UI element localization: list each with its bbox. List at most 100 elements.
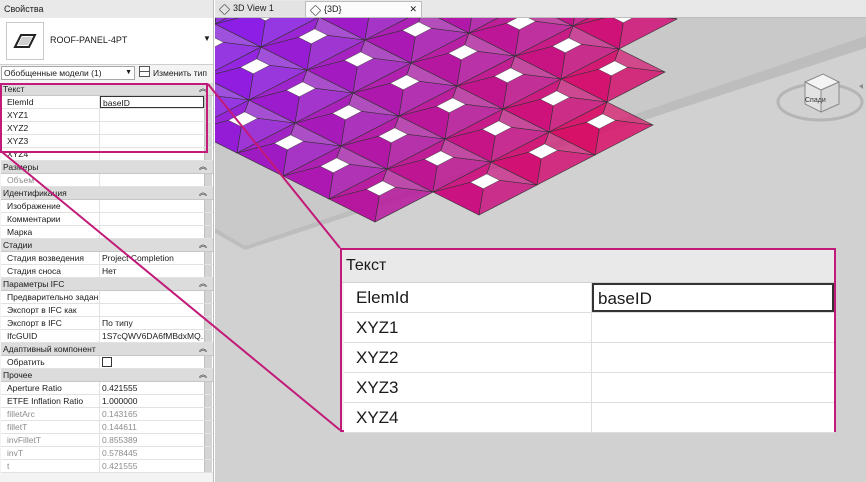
group-header-adaptive[interactable]: Адаптивный компонент ︽: [1, 343, 213, 356]
edit-type-button[interactable]: Изменить тип: [139, 66, 213, 80]
property-row[interactable]: Обратить: [1, 356, 213, 369]
collapse-icon[interactable]: ︽: [199, 343, 207, 355]
property-row[interactable]: filletArc 0.143165: [1, 408, 213, 421]
property-name: XYZ4: [1, 148, 100, 160]
property-row[interactable]: filletT 0.144611: [1, 421, 213, 434]
property-name: XYZ2: [1, 122, 100, 134]
collapse-icon[interactable]: ︽: [199, 278, 207, 290]
group-header-identity[interactable]: Идентификация ︽: [1, 187, 213, 200]
group-header-phasing[interactable]: Стадии ︽: [1, 239, 213, 252]
group-header-dimensions[interactable]: Размеры ︽: [1, 161, 213, 174]
property-value[interactable]: Нет: [100, 265, 204, 277]
property-row[interactable]: Экспорт в IFC как: [1, 304, 213, 317]
group-header-other[interactable]: Прочее ︽: [1, 369, 213, 382]
zoom-property-name: ElemId: [344, 283, 592, 312]
property-row[interactable]: Объем: [1, 174, 213, 187]
edit-type-icon: [139, 66, 150, 77]
property-name: Aperture Ratio: [1, 382, 100, 394]
palette-title: Свойства: [0, 0, 213, 19]
zoom-row: XYZ3: [344, 373, 834, 403]
zoom-property-name: XYZ4: [344, 403, 592, 432]
property-row[interactable]: invFilletT 0.855389: [1, 434, 213, 447]
property-value[interactable]: [100, 226, 204, 238]
close-icon[interactable]: ✕: [409, 2, 417, 17]
property-row[interactable]: XYZ1: [1, 109, 213, 122]
3d-view-icon: [218, 3, 231, 16]
chevron-down-icon: ▼: [125, 69, 132, 76]
collapse-icon[interactable]: ︽: [199, 83, 207, 95]
zoom-row: XYZ4: [344, 403, 834, 433]
zoom-row: ElemId baseID: [344, 283, 834, 313]
zoom-group-header: Текст: [342, 250, 834, 283]
property-row[interactable]: Комментарии: [1, 213, 213, 226]
collapse-icon[interactable]: ︽: [199, 187, 207, 199]
zoom-property-value: [592, 403, 834, 432]
property-row[interactable]: IfcGUID 1S7cQWV6DA6fMBdxMQ...: [1, 330, 213, 343]
type-name: ROOF-PANEL-4PT: [50, 35, 128, 45]
property-value: 0.143165: [102, 409, 138, 419]
property-name: Обратить: [1, 356, 100, 368]
property-value[interactable]: [100, 304, 204, 316]
property-row[interactable]: invT 0.578445: [1, 447, 213, 460]
property-name: invFilletT: [1, 434, 100, 446]
collapse-icon[interactable]: ︽: [199, 239, 207, 251]
property-value[interactable]: По типу: [100, 317, 204, 329]
group-header-ifc[interactable]: Параметры IFC ︽: [1, 278, 213, 291]
property-name: Экспорт в IFC: [1, 317, 100, 329]
edit-type-label: Изменить тип: [153, 68, 207, 78]
type-selector[interactable]: ROOF-PANEL-4PT ▼: [0, 18, 213, 65]
property-value-input[interactable]: baseID: [100, 96, 204, 108]
property-value[interactable]: [100, 213, 204, 225]
3d-view-icon: [309, 4, 322, 17]
property-value[interactable]: Project Completion: [100, 252, 204, 264]
property-value[interactable]: [100, 291, 204, 303]
filter-value: Обобщенные модели (1): [4, 68, 102, 78]
property-row[interactable]: t 0.421555: [1, 460, 213, 473]
zoom-row: XYZ2: [344, 343, 834, 373]
property-name: Марка: [1, 226, 100, 238]
property-name: ETFE Inflation Ratio: [1, 395, 100, 407]
zoom-property-value: [592, 373, 834, 402]
zoom-property-value: [592, 343, 834, 372]
zoom-property-value: baseID: [592, 283, 834, 312]
chevron-down-icon[interactable]: ▼: [203, 34, 211, 43]
property-row[interactable]: Стадия сноса Нет: [1, 265, 213, 278]
property-value[interactable]: [100, 148, 204, 160]
property-row[interactable]: XYZ3: [1, 135, 213, 148]
instance-filter-dropdown[interactable]: Обобщенные модели (1) ▼: [1, 66, 135, 80]
properties-grid: Текст ︽ ElemId baseID XYZ1 XYZ2 XYZ3 XYZ4 …: [1, 83, 213, 473]
property-row[interactable]: ETFE Inflation Ratio 1.000000: [1, 395, 213, 408]
property-value[interactable]: [100, 122, 204, 134]
property-row[interactable]: Марка: [1, 226, 213, 239]
property-name: ElemId: [1, 96, 100, 108]
property-value[interactable]: 1.000000: [100, 395, 204, 407]
property-name: Стадия возведения: [1, 252, 100, 264]
property-row[interactable]: XYZ4: [1, 148, 213, 161]
property-row[interactable]: Aperture Ratio 0.421555: [1, 382, 213, 395]
property-name: filletArc: [1, 408, 100, 420]
viewcube[interactable]: Спади: [775, 60, 865, 140]
property-row[interactable]: Изображение: [1, 200, 213, 213]
property-row[interactable]: Предварительно задан...: [1, 291, 213, 304]
property-value[interactable]: 1S7cQWV6DA6fMBdxMQ...: [100, 330, 204, 342]
property-row[interactable]: Стадия возведения Project Completion: [1, 252, 213, 265]
tab-3d-default[interactable]: {3D} ✕: [305, 1, 422, 17]
property-value[interactable]: [100, 135, 204, 147]
property-value: 0.855389: [102, 435, 138, 445]
flip-checkbox[interactable]: [102, 357, 112, 367]
viewcube-face-label[interactable]: Спади: [805, 97, 826, 104]
property-row[interactable]: Экспорт в IFC По типу: [1, 317, 213, 330]
property-value: 0.421555: [102, 461, 138, 471]
property-row[interactable]: XYZ2: [1, 122, 213, 135]
zoom-property-name: XYZ3: [344, 373, 592, 402]
flip-checkbox-cell[interactable]: [100, 356, 204, 368]
property-value[interactable]: [100, 200, 204, 212]
property-value: [100, 174, 204, 186]
group-header-text[interactable]: Текст ︽: [1, 83, 213, 96]
property-value[interactable]: [100, 109, 204, 121]
property-value: 0.578445: [102, 448, 138, 458]
property-value[interactable]: 0.421555: [100, 382, 204, 394]
collapse-icon[interactable]: ︽: [199, 369, 207, 381]
collapse-icon[interactable]: ︽: [199, 161, 207, 173]
property-row[interactable]: ElemId baseID: [1, 96, 213, 109]
